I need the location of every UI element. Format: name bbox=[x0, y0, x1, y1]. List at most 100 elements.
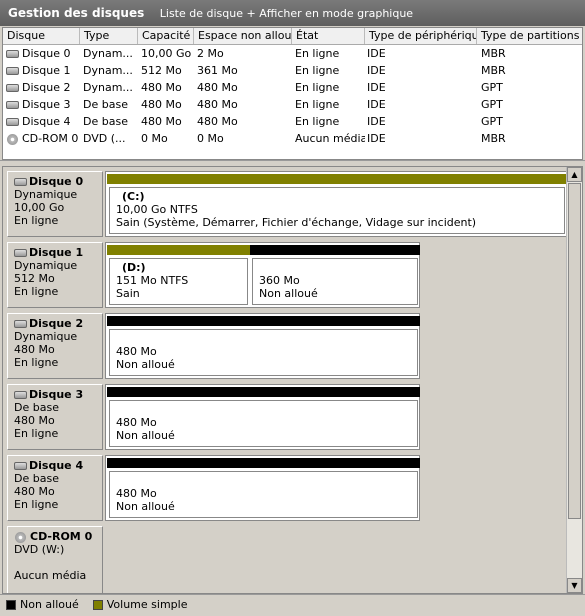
disk-name-text: Disque 2 bbox=[29, 317, 84, 330]
table-cell: Dynam... bbox=[83, 45, 137, 62]
disk-size: 10,00 Go bbox=[14, 201, 65, 214]
disk-label[interactable]: Disque 4 De base 480 Mo En ligne bbox=[7, 455, 103, 521]
cell-text: MBR bbox=[481, 47, 506, 60]
cell-text: En ligne bbox=[295, 98, 340, 111]
vertical-scrollbar[interactable]: ▲ ▼ bbox=[566, 167, 582, 593]
cell-text: Aucun média bbox=[295, 132, 365, 145]
pane-splitter[interactable] bbox=[0, 160, 585, 165]
disk-icon bbox=[14, 320, 27, 328]
disk-row: Disque 0 Dynamique 10,00 Go En ligne (C:) 10,… bbox=[5, 171, 567, 237]
disk-status: En ligne bbox=[14, 427, 59, 440]
volume-partition[interactable]: (C:) 10,00 Go NTFS Sain (Système, Démarrer… bbox=[107, 174, 567, 234]
disk-name-text: Disque 4 bbox=[29, 459, 84, 472]
table-row[interactable]: Disque 0 Dynam... 10,00 Go 2 Mo En ligne IDE M… bbox=[3, 45, 582, 62]
volume-info-box: (D:) 151 Mo NTFS Sain bbox=[109, 258, 248, 305]
cdrom-type: DVD (W:) bbox=[14, 543, 65, 556]
table-row[interactable]: Disque 3 De base 480 Mo 480 Mo En ligne IDE GP… bbox=[3, 96, 582, 113]
disk-label[interactable]: Disque 1 Dynamique 512 Mo En ligne bbox=[7, 242, 103, 308]
table-cell: GPT bbox=[481, 79, 581, 96]
volume-area: 480 Mo Non alloué bbox=[105, 455, 420, 521]
legend-swatch-unallocated bbox=[6, 600, 16, 610]
table-cell: MBR bbox=[481, 62, 581, 79]
disk-name: Disque 3 bbox=[14, 388, 102, 401]
disk-type: Dynamique bbox=[14, 259, 78, 272]
volume-color-bar bbox=[107, 387, 420, 397]
table-cell: 0 Mo bbox=[141, 130, 195, 147]
volume-info-box: (C:) 10,00 Go NTFS Sain (Système, Démarrer… bbox=[109, 187, 565, 234]
disk-type: Dynamique bbox=[14, 188, 78, 201]
unallocated-space[interactable]: 480 Mo Non alloué bbox=[107, 316, 420, 376]
table-row[interactable]: Disque 1 Dynam... 512 Mo 361 Mo En ligne IDE M… bbox=[3, 62, 582, 79]
cell-text: MBR bbox=[481, 64, 506, 77]
window-title: Gestion des disques bbox=[8, 6, 145, 20]
column-header-type[interactable]: Type bbox=[80, 28, 138, 44]
disk-label[interactable]: Disque 3 De base 480 Mo En ligne bbox=[7, 384, 103, 450]
column-header-type-partitions[interactable]: Type de partitions bbox=[477, 28, 582, 44]
column-header-type-peripherique[interactable]: Type de périphérique bbox=[365, 28, 477, 44]
disk-icon bbox=[14, 462, 27, 470]
column-header-etat[interactable]: État bbox=[292, 28, 365, 44]
unallocated-space[interactable]: 480 Mo Non alloué bbox=[107, 387, 420, 447]
scroll-down-button[interactable]: ▼ bbox=[567, 578, 582, 593]
disk-list-view[interactable]: Disque Type Capacité Espace non alloué É… bbox=[2, 27, 583, 160]
table-cell: GPT bbox=[481, 96, 581, 113]
volume-color-bar bbox=[107, 174, 567, 184]
cell-text: 480 Mo bbox=[197, 115, 238, 128]
table-cell: 480 Mo bbox=[141, 79, 195, 96]
table-row[interactable]: CD-ROM 0 DVD (... 0 Mo 0 Mo Aucun média IDE MB… bbox=[3, 130, 582, 147]
disk-icon bbox=[14, 249, 27, 257]
unallocated-space[interactable]: 480 Mo Non alloué bbox=[107, 458, 420, 518]
volume-status: Non alloué bbox=[116, 500, 175, 513]
column-header-espace-non-alloue[interactable]: Espace non alloué bbox=[194, 28, 292, 44]
cell-text: IDE bbox=[367, 81, 386, 94]
cell-text: Disque 2 bbox=[22, 81, 71, 94]
table-cell: IDE bbox=[367, 113, 477, 130]
disk-icon bbox=[6, 101, 19, 109]
table-cell: IDE bbox=[367, 62, 477, 79]
cdrom-name-text: CD-ROM 0 bbox=[30, 530, 93, 543]
disk-status: En ligne bbox=[14, 356, 59, 369]
table-cell: IDE bbox=[367, 79, 477, 96]
cell-text: 2 Mo bbox=[197, 47, 224, 60]
column-header-disque[interactable]: Disque bbox=[3, 28, 80, 44]
title-bar: Gestion des disques Liste de disque + Af… bbox=[0, 0, 585, 26]
disk-label[interactable]: Disque 0 Dynamique 10,00 Go En ligne bbox=[7, 171, 103, 237]
legend-label-simple-volume: Volume simple bbox=[106, 598, 188, 611]
cell-text: 0 Mo bbox=[197, 132, 224, 145]
cell-text: IDE bbox=[367, 64, 386, 77]
volume-status: Non alloué bbox=[116, 358, 175, 371]
unallocated-space[interactable]: 360 Mo Non alloué bbox=[250, 245, 420, 305]
cell-text: 0 Mo bbox=[141, 132, 168, 145]
cell-text: GPT bbox=[481, 81, 503, 94]
cdrom-label[interactable]: CD-ROM 0 DVD (W:) Aucun média bbox=[7, 526, 103, 593]
volume-color-bar bbox=[250, 245, 420, 255]
table-cell: Disque 1 bbox=[6, 62, 80, 79]
volume-info-box: 480 Mo Non alloué bbox=[109, 329, 418, 376]
disk-name: Disque 4 bbox=[14, 459, 102, 472]
table-cell: 480 Mo bbox=[197, 113, 292, 130]
legend-swatch-simple-volume bbox=[92, 600, 103, 610]
cell-text: Dynam... bbox=[83, 81, 133, 94]
table-cell: Disque 0 bbox=[6, 45, 80, 62]
table-cell: En ligne bbox=[295, 62, 365, 79]
cell-text: De base bbox=[83, 115, 128, 128]
cell-text: IDE bbox=[367, 47, 386, 60]
disk-icon bbox=[6, 84, 19, 92]
cell-text: CD-ROM 0 bbox=[22, 132, 79, 145]
table-cell: Disque 2 bbox=[6, 79, 80, 96]
cell-text: 480 Mo bbox=[197, 98, 238, 111]
cell-text: GPT bbox=[481, 98, 503, 111]
cdrom-row: CD-ROM 0 DVD (W:) Aucun média bbox=[5, 526, 567, 593]
disk-label[interactable]: Disque 2 Dynamique 480 Mo En ligne bbox=[7, 313, 103, 379]
volume-partition[interactable]: (D:) 151 Mo NTFS Sain bbox=[107, 245, 250, 305]
table-row[interactable]: Disque 4 De base 480 Mo 480 Mo En ligne IDE GP… bbox=[3, 113, 582, 130]
volume-name: (C:) bbox=[122, 190, 145, 203]
cell-text: En ligne bbox=[295, 64, 340, 77]
table-cell: 480 Mo bbox=[197, 79, 292, 96]
table-cell: 512 Mo bbox=[141, 62, 195, 79]
scroll-thumb[interactable] bbox=[568, 183, 581, 519]
disk-size: 480 Mo bbox=[14, 414, 55, 427]
column-header-capacite[interactable]: Capacité bbox=[138, 28, 194, 44]
table-row[interactable]: Disque 2 Dynam... 480 Mo 480 Mo En ligne IDE G… bbox=[3, 79, 582, 96]
scroll-up-button[interactable]: ▲ bbox=[567, 167, 582, 182]
